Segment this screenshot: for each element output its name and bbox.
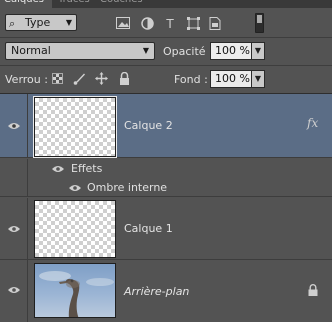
divider — [0, 65, 332, 66]
layer-filter-row: ⌕ Type ▼ T — [0, 8, 332, 38]
lock-position-icon[interactable] — [95, 72, 108, 85]
blend-mode-select[interactable]: Normal ▼ — [5, 42, 155, 60]
layer-name[interactable]: Arrière-plan — [124, 285, 189, 298]
layers-list: Calque 2 fx Effets Ombre interne Calque … — [0, 93, 332, 322]
eye-icon[interactable] — [8, 225, 20, 233]
layer-thumbnail[interactable] — [33, 96, 117, 158]
opacity-input[interactable]: 100 % — [210, 42, 252, 60]
text-filter-icon[interactable]: T — [163, 17, 177, 31]
eye-icon[interactable] — [69, 184, 81, 192]
smart-object-filter-icon[interactable] — [208, 17, 222, 31]
effect-name: Ombre interne — [87, 181, 168, 194]
image-filter-icon[interactable] — [116, 17, 130, 31]
filter-kind-label: Type — [25, 16, 51, 29]
shape-filter-icon[interactable] — [186, 17, 200, 31]
fill-label: Fond : — [174, 73, 208, 86]
lock-label: Verrou : — [5, 73, 48, 86]
layer-name[interactable]: Calque 2 — [124, 119, 173, 132]
layer-thumbnail[interactable] — [34, 200, 116, 258]
visibility-column — [0, 159, 28, 178]
layer-effects-row[interactable]: Effets — [0, 159, 332, 178]
tab-traces[interactable]: Tracés — [54, 0, 94, 8]
visibility-column — [0, 178, 28, 196]
visibility-column — [0, 198, 28, 259]
lock-icon — [308, 284, 318, 299]
visibility-column — [0, 260, 28, 322]
layer-row-arriere-plan[interactable]: Arrière-plan — [0, 260, 332, 322]
layer-row-calque-2[interactable]: Calque 2 fx — [0, 94, 332, 158]
background-thumbnail[interactable] — [34, 263, 116, 318]
adjustment-filter-icon[interactable] — [140, 17, 154, 31]
tab-calques[interactable]: Calques — [0, 0, 52, 8]
chevron-down-icon: ▼ — [142, 46, 149, 55]
chevron-down-icon: ▼ — [65, 18, 72, 27]
visibility-column — [0, 94, 28, 157]
ostrich-image — [39, 271, 114, 317]
tab-couches[interactable]: Couches — [96, 0, 147, 8]
search-icon: ⌕ — [9, 17, 16, 30]
filter-toggle-icon[interactable] — [255, 13, 264, 33]
eye-icon[interactable] — [8, 286, 20, 294]
opacity-label: Opacité : — [163, 45, 213, 58]
lock-all-icon[interactable] — [118, 71, 131, 85]
fill-dropdown-button[interactable]: ▼ — [251, 70, 265, 88]
opacity-dropdown-button[interactable]: ▼ — [251, 42, 265, 60]
lock-transparent-pixels-icon[interactable] — [52, 73, 63, 84]
filter-kind-select[interactable]: ⌕ Type ▼ — [5, 14, 77, 31]
fx-icon[interactable]: fx — [307, 116, 318, 130]
eye-icon[interactable] — [52, 165, 64, 173]
fill-input[interactable]: 100 % — [210, 70, 252, 88]
effect-row-ombre-interne[interactable]: Ombre interne — [0, 178, 332, 197]
panel-tabs: Calques Tracés Couches — [0, 0, 332, 8]
layer-row-calque-1[interactable]: Calque 1 — [0, 198, 332, 260]
eye-icon[interactable] — [8, 122, 20, 130]
effects-label: Effets — [71, 162, 103, 175]
lock-image-pixels-icon[interactable] — [73, 72, 86, 85]
divider — [0, 37, 332, 38]
layer-name[interactable]: Calque 1 — [124, 222, 173, 235]
blend-mode-value: Normal — [11, 44, 51, 57]
